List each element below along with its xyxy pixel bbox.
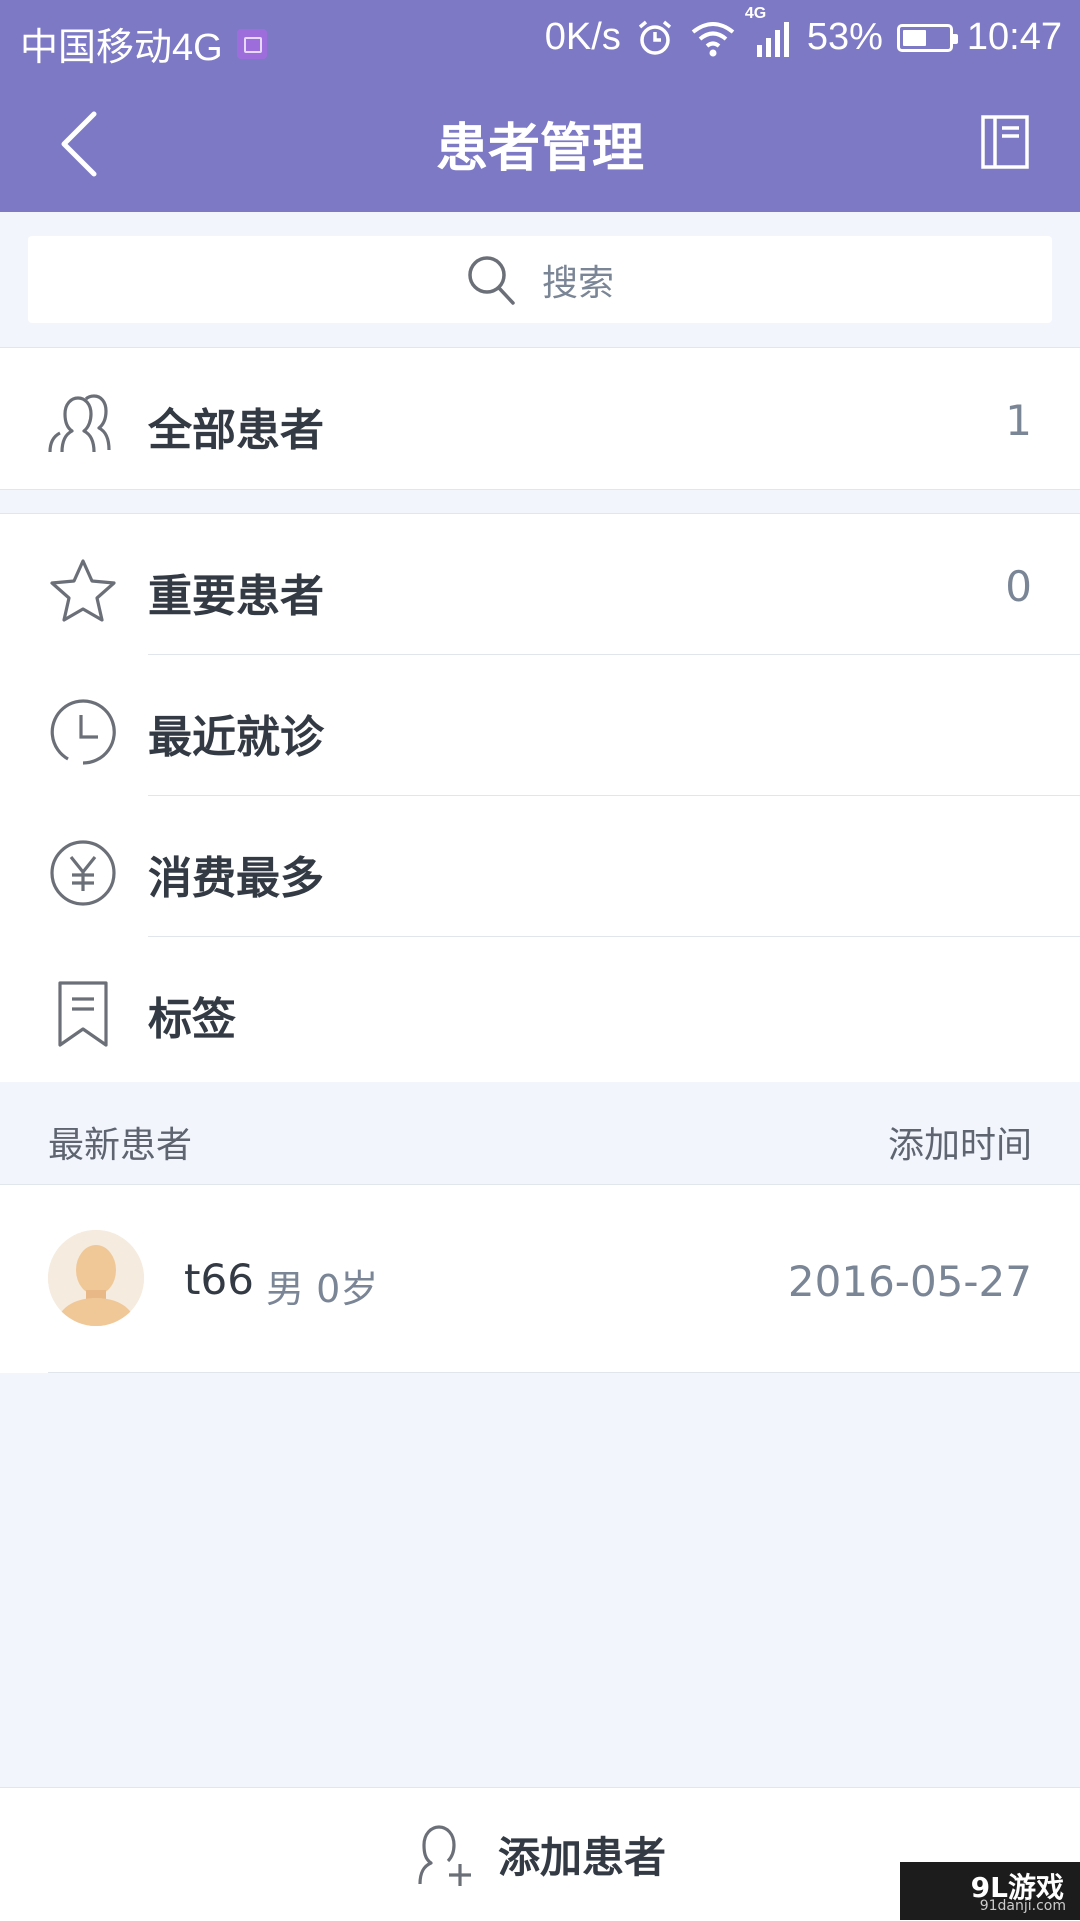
menu-item-tags[interactable]: 标签 [0,937,1080,1078]
user-avatar-icon [48,1230,144,1326]
all-patients-count: 1 [1005,396,1032,445]
sort-by-added-time[interactable]: 添加时间 [888,1116,1032,1168]
clock-time: 10:47 [966,16,1062,58]
menu-item-top-spending[interactable]: 消费最多 [0,796,1080,937]
search-area: 搜索 [0,212,1080,347]
search-placeholder: 搜索 [541,262,614,304]
patient-gender-age: 男 0岁 [266,1267,379,1311]
latest-patients-header: 最新患者 添加时间 [0,1082,1080,1185]
all-patients-label: 全部患者 [148,405,324,456]
star-icon [50,559,116,622]
divider [48,1372,1080,1373]
patient-row[interactable]: t66 男 0岁 2016-05-27 [0,1185,1080,1373]
carrier-label: 中国移动4G [20,27,223,69]
battery-level [902,29,926,46]
network-speed: 0K/s [544,16,621,58]
add-patient-label: 添加患者 [497,1833,666,1882]
add-user-icon [418,1824,471,1886]
latest-patients-title: 最新患者 [48,1125,193,1166]
battery-icon [896,23,958,52]
patient-name: t66 [184,1255,254,1304]
yen-icon [50,840,116,906]
clock-icon [50,699,116,765]
category-menu: 重要患者 0 最近就诊 消费最多 标签 [0,513,1080,1083]
menu-item-label: 消费最多 [148,853,324,904]
status-right: 0K/s 4G 53% 10:47 [544,5,1062,59]
wifi-icon [691,21,735,56]
status-left: 中国移动4G [20,16,267,71]
important-count: 0 [1005,562,1032,611]
menu-item-important[interactable]: 重要患者 0 [0,514,1080,655]
users-icon [48,394,111,453]
gallery-notification-icon [236,28,267,59]
battery-percent: 53% [806,16,883,58]
bookmark-icon [58,981,108,1047]
signal-icon [756,21,789,57]
site-watermark: 9L游戏 91danji.com [900,1862,1080,1920]
all-patients-row[interactable]: 全部患者 1 [0,348,1080,489]
menu-item-label: 重要患者 [148,571,324,622]
search-input[interactable]: 搜索 [28,236,1052,323]
watermark-sub: 91danji.com [979,1898,1066,1914]
menu-item-label: 最近就诊 [148,712,324,763]
notebook-icon[interactable] [980,114,1030,170]
search-icon [468,255,515,305]
all-patients-group: 全部患者 1 [0,347,1080,490]
menu-item-recent-visit[interactable]: 最近就诊 [0,655,1080,796]
status-bar: 中国移动4G 0K/s 4G 53% 10:47 [0,0,1080,76]
nav-bar: 患者管理 [0,76,1080,212]
alarm-icon [638,20,671,55]
avatar [48,1230,144,1326]
page-title: 患者管理 [435,119,644,179]
menu-item-label: 标签 [148,994,236,1045]
patient-added-date: 2016-05-27 [787,1257,1032,1306]
signal-indicator: 4G [745,5,793,59]
